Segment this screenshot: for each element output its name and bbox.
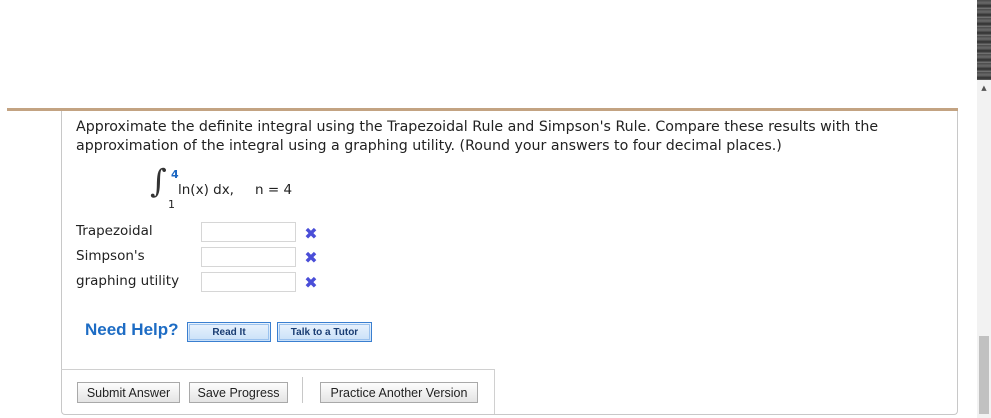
need-help-title: Need Help? [85,320,179,339]
question-text: Approximate the definite integral using … [76,119,879,154]
integral-upper-limit: 4 [171,168,179,181]
submit-answer-button[interactable]: Submit Answer [77,382,180,403]
n-value: n = 4 [255,182,293,198]
practice-another-version-button[interactable]: Practice Another Version [320,382,478,403]
trapezoidal-input[interactable] [201,222,296,242]
talk-to-tutor-button[interactable]: Talk to a Tutor [277,322,372,342]
trapezoidal-label: Trapezoidal [76,223,153,239]
simpsons-label: Simpson's [76,248,145,264]
scroll-up-arrow-icon[interactable]: ▲ [977,82,991,94]
incorrect-x-icon: ✖ [304,248,318,267]
graphing-utility-label: graphing utility [76,273,180,289]
simpsons-input[interactable] [201,247,296,267]
integrand: ln(x) dx, [178,182,234,198]
button-divider [302,377,303,403]
integral-lower-limit: 1 [168,198,175,211]
read-it-button[interactable]: Read It [187,322,271,342]
save-progress-button[interactable]: Save Progress [189,382,288,403]
incorrect-x-icon: ✖ [304,273,318,292]
graphing-utility-input[interactable] [201,272,296,292]
scrollbar-track-top [977,0,991,80]
incorrect-x-icon: ✖ [304,224,318,243]
integral-expression: ∫ 4 1 ln(x) dx, n = 4 [150,162,350,214]
page-scrollbar[interactable]: ▲ [977,0,991,418]
integral-sign: ∫ [150,162,167,200]
scrollbar-thumb[interactable] [979,336,989,414]
